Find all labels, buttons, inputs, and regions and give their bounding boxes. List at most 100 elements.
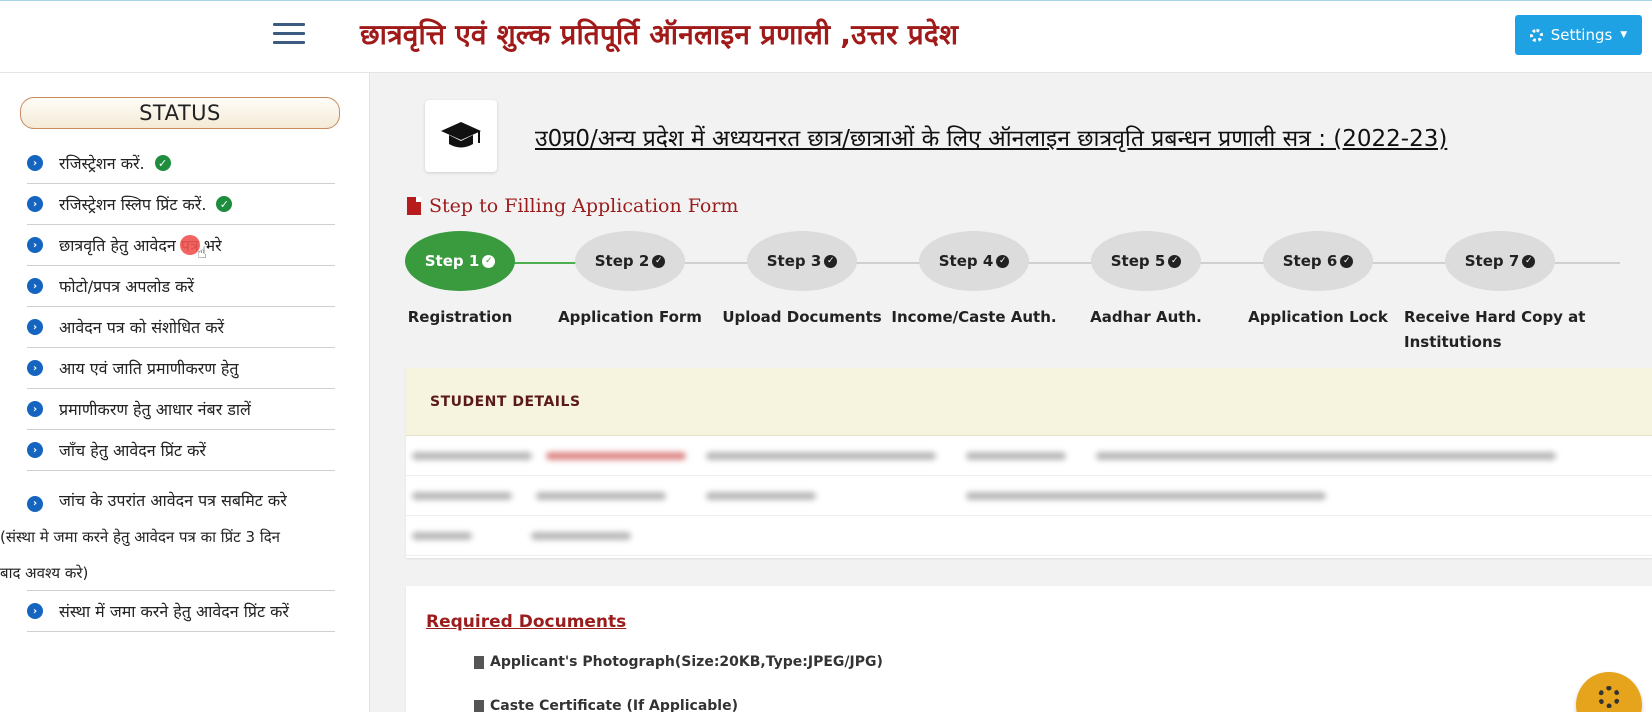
step-name: Application Form <box>558 308 702 326</box>
redacted-text <box>536 492 666 500</box>
hand-cursor-icon: ☝ <box>197 243 207 262</box>
settings-label: Settings <box>1550 26 1613 44</box>
application-stepper: Step 1 ✓ Registration Step 2 ✓ Application… <box>370 231 1652 361</box>
app-title: छात्रवृत्ति एवं शुल्क प्रतिपूर्ति ऑनलाइन… <box>360 18 959 51</box>
chevron-right-icon: › <box>27 496 43 512</box>
sidebar-item-note: (संस्था मे जमा करने हेतु आवेदन पत्र का प… <box>0 528 280 546</box>
chevron-right-icon: › <box>27 196 43 212</box>
sidebar-item-label: प्रमाणीकरण हेतु आधार नंबर डालें <box>59 400 251 419</box>
hamburger-icon[interactable] <box>273 23 305 45</box>
chevron-right-icon: › <box>27 603 43 619</box>
sidebar-item-modify[interactable]: › आवेदन पत्र को संशोधित करें <box>27 307 335 348</box>
redacted-text <box>412 532 472 540</box>
step-circle: Step 5 ✓ <box>1091 231 1201 291</box>
chevron-right-icon: › <box>27 442 43 458</box>
step-heading-label: Step to Filling Application Form <box>429 195 739 217</box>
step-heading: Step to Filling Application Form <box>407 195 738 217</box>
settings-button[interactable]: Settings ▼ <box>1515 15 1642 55</box>
chevron-right-icon: › <box>27 155 43 171</box>
sidebar-item-submit[interactable]: › जांच के उपरांत आवेदन पत्र सबमिट करे (सं… <box>0 471 335 591</box>
check-circle-icon: ✓ <box>996 254 1010 268</box>
step-name: Upload Documents <box>722 308 882 326</box>
sidebar-item-print-institution[interactable]: › संस्था में जमा करने हेतु आवेदन प्रिंट … <box>27 591 335 632</box>
check-circle-icon: ✓ <box>216 196 233 212</box>
step-circle: Step 7 ✓ <box>1445 231 1555 291</box>
sidebar-item-aadhar[interactable]: › प्रमाणीकरण हेतु आधार नंबर डालें <box>27 389 335 430</box>
document-icon <box>407 197 421 215</box>
top-navbar: छात्रवृत्ति एवं शुल्क प्रतिपूर्ति ऑनलाइन… <box>0 0 1652 73</box>
document-label: Caste Certificate (If Applicable) <box>490 698 738 712</box>
check-circle-icon: ✓ <box>1522 254 1536 268</box>
step-7[interactable]: Step 7 ✓ Receive Hard Copy at Institution… <box>1400 231 1600 355</box>
required-documents-title: Required Documents <box>426 612 627 632</box>
sidebar-item-label: जाँच हेतु आवेदन प्रिंट करें <box>59 441 206 460</box>
document-item: Caste Certificate (If Applicable) <box>474 698 738 712</box>
page-title: उ0प्र0/अन्य प्रदेश में अध्ययनरत छात्र/छा… <box>535 126 1448 152</box>
required-documents-panel: Required Documents Applicant's Photograp… <box>406 586 1652 712</box>
step-name: Aadhar Auth. <box>1090 308 1202 326</box>
file-icon <box>474 699 484 712</box>
step-number: Step 6 <box>1282 252 1338 270</box>
sidebar-item-label: फोटो/प्रपत्र अपलोड करें <box>59 277 194 296</box>
check-circle-icon: ✓ <box>652 254 666 268</box>
chevron-right-icon: › <box>27 278 43 294</box>
student-details-title: STUDENT DETAILS <box>406 368 1652 436</box>
check-circle-icon: ✓ <box>824 254 838 268</box>
step-name: Application Lock <box>1248 308 1388 326</box>
main-content: उ0प्र0/अन्य प्रदेश में अध्ययनरत छात्र/छा… <box>370 73 1652 712</box>
sidebar-item-registration-slip[interactable]: › रजिस्ट्रेशन स्लिप प्रिंट करें. ✓ <box>27 184 335 225</box>
redacted-row <box>406 476 1652 516</box>
step-3[interactable]: Step 3 ✓ Upload Documents <box>712 231 892 330</box>
step-number: Step 7 <box>1464 252 1520 270</box>
redacted-text <box>706 492 816 500</box>
sidebar: STATUS › रजिस्ट्रेशन करें. ✓ › रजिस्ट्रे… <box>0 73 370 712</box>
step-circle: Step 6 ✓ <box>1263 231 1373 291</box>
chevron-right-icon: › <box>27 401 43 417</box>
sidebar-item-label: रजिस्ट्रेशन करें. <box>59 154 145 173</box>
sidebar-item-label: आय एवं जाति प्रमाणीकरण हेतु <box>59 359 239 378</box>
step-6[interactable]: Step 6 ✓ Application Lock <box>1228 231 1408 330</box>
chevron-right-icon: › <box>27 319 43 335</box>
sidebar-item-print-check[interactable]: › जाँच हेतु आवेदन प्रिंट करें <box>27 430 335 471</box>
redacted-text <box>412 452 532 460</box>
sidebar-item-note: बाद अवश्य करे) <box>0 564 89 582</box>
step-name: Registration <box>407 308 513 326</box>
step-circle: Step 3 ✓ <box>747 231 857 291</box>
graduation-cap-icon <box>425 100 497 172</box>
step-2[interactable]: Step 2 ✓ Application Form <box>540 231 720 330</box>
redacted-text <box>966 452 1066 460</box>
sidebar-item-income-caste[interactable]: › आय एवं जाति प्रमाणीकरण हेतु <box>27 348 335 389</box>
document-label: Applicant's Photograph(Size:20KB,Type:JP… <box>490 654 883 670</box>
redacted-text <box>531 532 631 540</box>
step-number: Step 1 <box>424 252 480 270</box>
check-circle-icon: ✓ <box>1168 254 1182 268</box>
sidebar-item-label: आवेदन पत्र को संशोधित करें <box>59 318 225 337</box>
step-number: Step 4 <box>938 252 994 270</box>
caret-down-icon: ▼ <box>1620 30 1628 40</box>
redacted-text <box>546 452 686 460</box>
redacted-row <box>406 516 1652 556</box>
step-number: Step 3 <box>766 252 822 270</box>
sidebar-item-label: जांच के उपरांत आवेदन पत्र सबमिट करे <box>59 491 287 510</box>
sidebar-item-registration[interactable]: › रजिस्ट्रेशन करें. ✓ <box>27 143 335 184</box>
step-5[interactable]: Step 5 ✓ Aadhar Auth. <box>1056 231 1236 330</box>
step-1[interactable]: Step 1 ✓ Registration <box>370 231 550 330</box>
sidebar-menu: › रजिस्ट्रेशन करें. ✓ › रजिस्ट्रेशन स्लि… <box>0 143 335 632</box>
redacted-row <box>406 436 1652 476</box>
step-4[interactable]: Step 4 ✓ Income/Caste Auth. <box>884 231 1064 330</box>
redacted-text <box>966 492 1326 500</box>
step-number: Step 2 <box>594 252 650 270</box>
gear-icon <box>1529 28 1543 42</box>
step-name: Receive Hard Copy at Institutions <box>1404 308 1586 351</box>
sidebar-item-fill-application[interactable]: › छात्रवृति हेतु आवेदन पत्र भरे ☝ <box>27 225 335 266</box>
step-circle: Step 1 ✓ <box>405 231 515 291</box>
check-circle-icon: ✓ <box>154 155 171 171</box>
document-item: Applicant's Photograph(Size:20KB,Type:JP… <box>474 654 883 670</box>
chevron-right-icon: › <box>27 237 43 253</box>
sidebar-item-label: संस्था में जमा करने हेतु आवेदन प्रिंट कर… <box>59 602 289 621</box>
sidebar-item-upload[interactable]: › फोटो/प्रपत्र अपलोड करें <box>27 266 335 307</box>
step-number: Step 5 <box>1110 252 1166 270</box>
redacted-text <box>1096 452 1556 460</box>
step-circle: Step 2 ✓ <box>575 231 685 291</box>
chevron-right-icon: › <box>27 360 43 376</box>
